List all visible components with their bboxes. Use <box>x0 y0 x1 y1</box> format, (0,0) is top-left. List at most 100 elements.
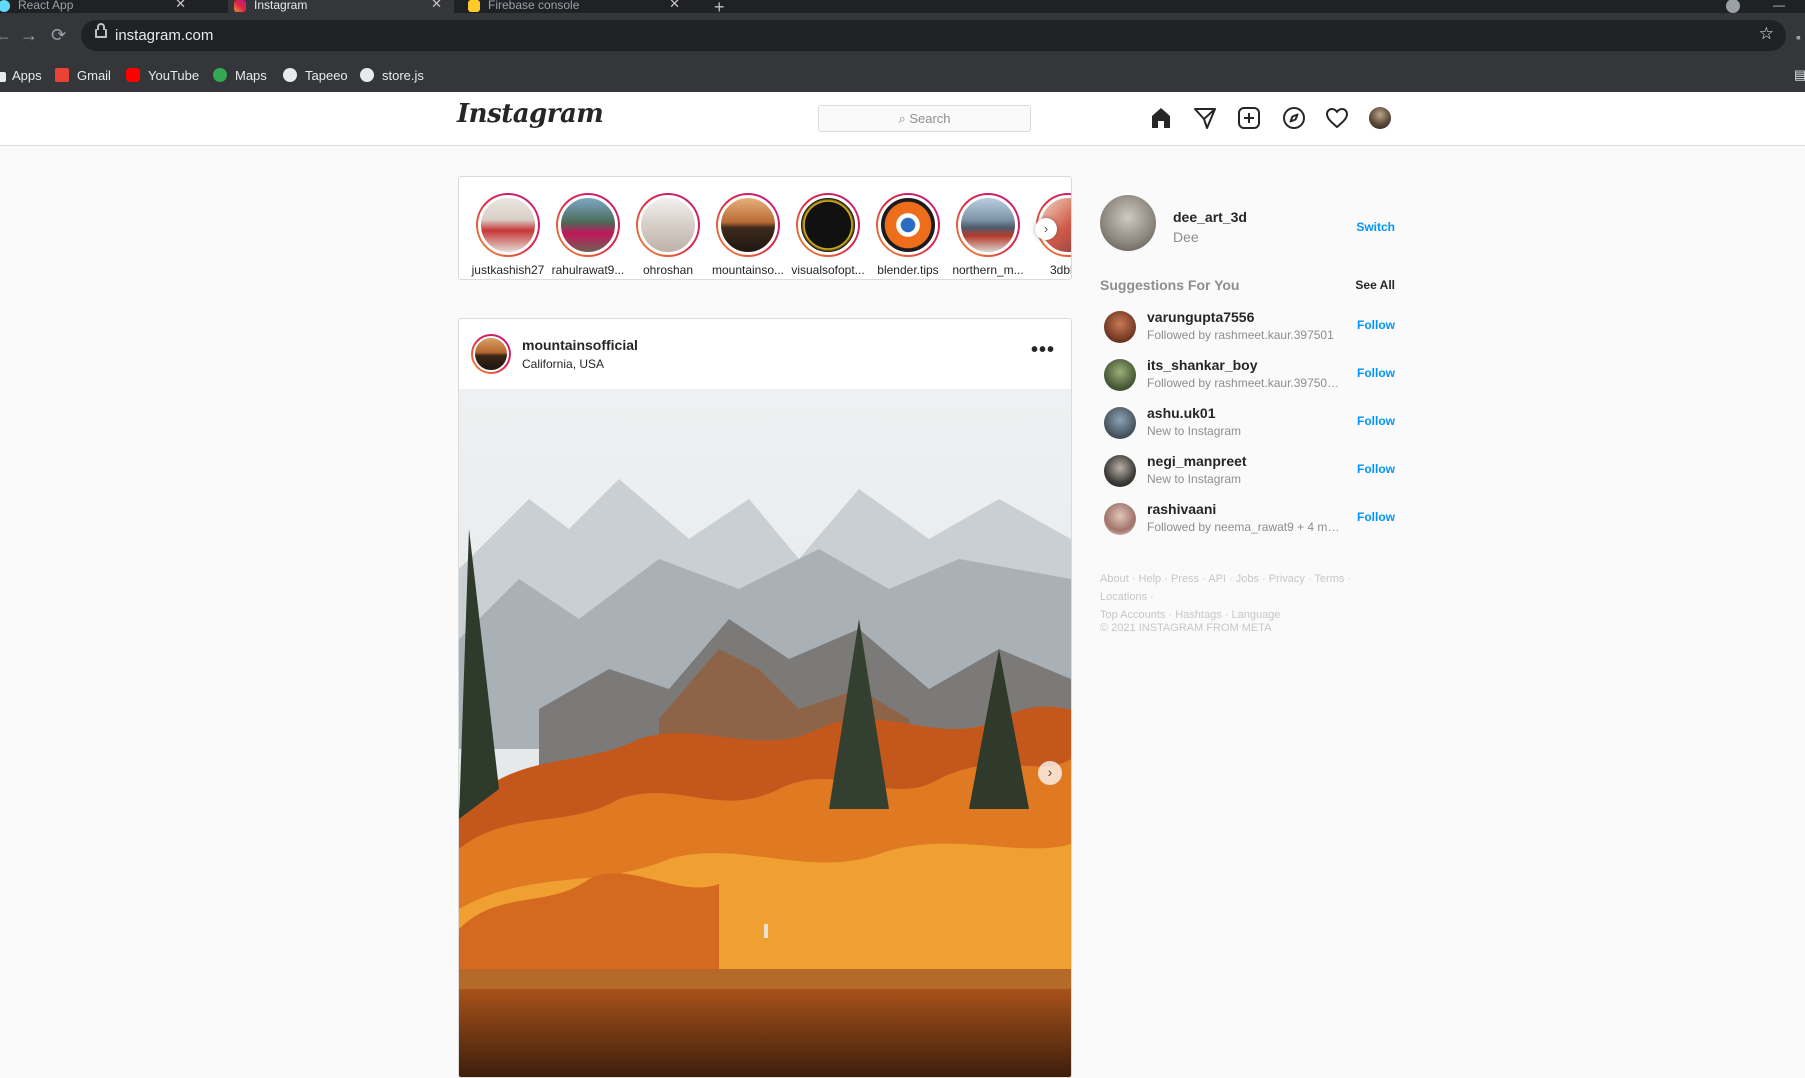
close-icon[interactable]: ✕ <box>669 0 680 10</box>
avatar <box>718 195 778 255</box>
reload-icon[interactable]: ⟳ <box>51 26 66 44</box>
footer-link-language[interactable]: Language <box>1231 609 1280 621</box>
image-next-icon[interactable]: › <box>1038 761 1062 785</box>
footer-link-about[interactable]: About <box>1100 573 1129 585</box>
search-input[interactable]: ⌕ Search <box>818 105 1031 132</box>
instagram-icon <box>234 0 246 12</box>
search-icon: ⌕ <box>898 111 906 126</box>
footer-link-terms[interactable]: Terms <box>1314 573 1344 585</box>
activity-heart-icon[interactable] <box>1325 106 1349 135</box>
copyright: © 2021 INSTAGRAM FROM META <box>1100 622 1272 634</box>
minimize-icon[interactable]: — <box>1773 0 1785 12</box>
url-text[interactable]: instagram.com <box>115 27 213 44</box>
bookmark-label: Tapeeo <box>305 68 348 83</box>
instagram-logo[interactable]: Instagram <box>457 99 604 129</box>
explore-icon[interactable] <box>1282 106 1306 135</box>
avatar[interactable] <box>1104 503 1136 535</box>
suggestion-username[interactable]: rashivaani <box>1147 501 1216 517</box>
post-image[interactable] <box>459 389 1071 1077</box>
close-icon[interactable]: ✕ <box>431 0 442 10</box>
footer-link-locations[interactable]: Locations <box>1100 591 1147 603</box>
footer-link-hashtags[interactable]: Hashtags <box>1175 609 1221 621</box>
suggestion-username[interactable]: varungupta7556 <box>1147 309 1254 325</box>
reading-list-icon[interactable]: ▤ <box>1794 67 1805 83</box>
suggestion-subtitle: Followed by rashmeet.kaur.397501 ... <box>1147 376 1342 390</box>
story-item[interactable]: visualsofopt... <box>789 193 867 277</box>
avatar <box>958 195 1018 255</box>
avatar[interactable] <box>1100 195 1156 251</box>
tab-react-app[interactable]: React App ✕ <box>0 0 198 13</box>
browser-toolbar: ← → ⟳ instagram.com ☆ ▪ <box>0 13 1805 60</box>
story-item[interactable]: northern_m... <box>949 193 1027 277</box>
suggestion-username[interactable]: its_shankar_boy <box>1147 357 1258 373</box>
stories-next-icon[interactable]: › <box>1035 218 1057 240</box>
story-item[interactable]: justkashish27 <box>469 193 547 277</box>
suggestion-item: rashivaani Followed by neema_rawat9 + 4 … <box>1100 499 1395 539</box>
direct-icon[interactable] <box>1193 106 1217 135</box>
search-placeholder: Search <box>909 111 951 126</box>
story-item[interactable]: blender.tips <box>869 193 947 277</box>
bookmark-youtube[interactable]: YouTube <box>126 68 199 83</box>
story-item[interactable]: mountainso... <box>709 193 787 277</box>
address-bar[interactable]: instagram.com ☆ <box>81 20 1786 51</box>
back-arrow-icon[interactable]: ← <box>0 26 12 44</box>
bookmark-apps[interactable]: Apps <box>0 68 42 83</box>
story-ring <box>556 193 620 257</box>
switch-account-button[interactable]: Switch <box>1356 220 1395 234</box>
current-name: Dee <box>1173 229 1199 245</box>
avatar[interactable] <box>1104 455 1136 487</box>
tab-label: Instagram <box>254 0 308 12</box>
suggestion-username[interactable]: ashu.uk01 <box>1147 405 1215 421</box>
footer-link-help[interactable]: Help <box>1139 573 1162 585</box>
story-username: visualsofopt... <box>791 263 865 277</box>
close-icon[interactable]: ✕ <box>175 0 186 10</box>
follow-button[interactable]: Follow <box>1357 462 1395 476</box>
follow-button[interactable]: Follow <box>1357 366 1395 380</box>
forward-arrow-icon[interactable]: → <box>20 26 38 44</box>
tab-instagram[interactable]: Instagram ✕ <box>228 0 454 13</box>
tab-search-icon[interactable] <box>1726 0 1740 13</box>
home-icon[interactable] <box>1149 106 1173 135</box>
bookmark-storejs[interactable]: store.js <box>360 68 424 83</box>
tab-firebase-console[interactable]: Firebase console ✕ <box>462 0 692 13</box>
apps-grid-icon <box>0 72 6 82</box>
footer-link-privacy[interactable]: Privacy <box>1269 573 1305 585</box>
suggestion-username[interactable]: negi_manpreet <box>1147 453 1247 469</box>
bookmark-maps[interactable]: Maps <box>213 68 267 83</box>
footer-link-press[interactable]: Press <box>1171 573 1199 585</box>
profile-avatar[interactable] <box>1369 107 1391 129</box>
bookmark-tapeeo[interactable]: Tapeeo <box>283 68 348 83</box>
footer-link-api[interactable]: API <box>1208 573 1226 585</box>
suggestion-subtitle: Followed by neema_rawat9 + 4 more <box>1147 520 1342 534</box>
lock-icon <box>95 23 107 38</box>
follow-button[interactable]: Follow <box>1357 510 1395 524</box>
footer-link-top-accounts[interactable]: Top Accounts <box>1100 609 1165 621</box>
story-username: justkashish27 <box>471 263 545 277</box>
story-item[interactable]: ohroshan <box>629 193 707 277</box>
bookmarks-bar: Apps Gmail YouTube Maps Tapeeo store.js … <box>0 60 1805 93</box>
footer-links: About · Help · Press · API · Jobs · Priv… <box>1100 573 1352 621</box>
bookmark-gmail[interactable]: Gmail <box>55 68 111 83</box>
browser-tab-strip: React App ✕ Instagram ✕ Firebase console… <box>0 0 1805 13</box>
follow-button[interactable]: Follow <box>1357 414 1395 428</box>
profile-menu-icon[interactable]: ▪ <box>1796 28 1801 46</box>
see-all-button[interactable]: See All <box>1355 278 1395 292</box>
post-avatar[interactable] <box>471 334 511 374</box>
footer-link-jobs[interactable]: Jobs <box>1236 573 1259 585</box>
avatar[interactable] <box>1104 407 1136 439</box>
post-location[interactable]: California, USA <box>522 357 604 371</box>
story-username: ohroshan <box>642 263 694 277</box>
post-username[interactable]: mountainsofficial <box>522 337 638 353</box>
avatar[interactable] <box>1104 359 1136 391</box>
avatar <box>798 195 858 255</box>
avatar[interactable] <box>1104 311 1136 343</box>
current-username[interactable]: dee_art_3d <box>1173 209 1247 225</box>
follow-button[interactable]: Follow <box>1357 318 1395 332</box>
story-item[interactable]: rahulrawat9... <box>549 193 627 277</box>
bookmark-star-icon[interactable]: ☆ <box>1759 24 1774 44</box>
more-options-icon[interactable]: ••• <box>1031 339 1055 362</box>
bookmark-label: Maps <box>235 68 267 83</box>
new-tab-icon[interactable]: + <box>714 0 725 13</box>
new-post-icon[interactable] <box>1237 106 1261 135</box>
story-username: mountainso... <box>711 263 785 277</box>
